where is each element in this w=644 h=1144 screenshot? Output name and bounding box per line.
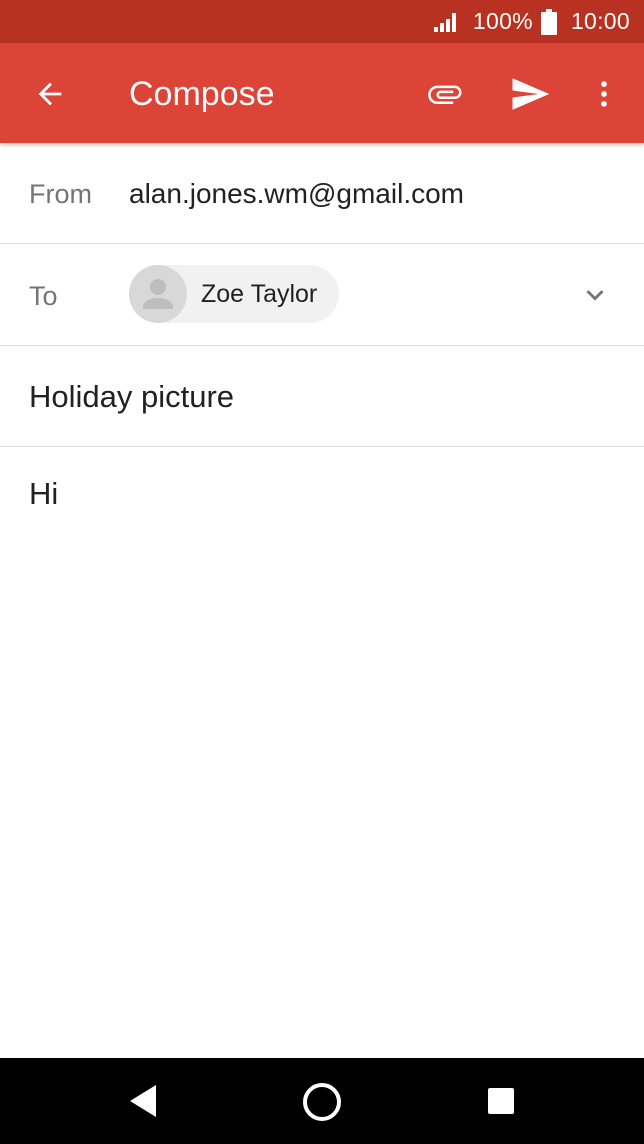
more-options-button[interactable] — [582, 68, 626, 120]
battery-percent: 100% — [472, 8, 533, 34]
message-body[interactable]: Hi — [29, 476, 619, 512]
more-vert-icon — [601, 81, 607, 107]
status-bar: 100% 10:00 — [0, 0, 644, 43]
signal-icon — [433, 12, 456, 32]
nav-back-button[interactable] — [118, 1076, 168, 1126]
back-arrow-icon — [38, 82, 62, 106]
status-indicators: 100% 10:00 — [433, 0, 630, 43]
nav-home-icon — [303, 1083, 341, 1121]
subject-field[interactable]: Holiday picture — [29, 379, 234, 415]
recipient-name: Zoe Taylor — [201, 279, 318, 308]
attach-button[interactable] — [416, 68, 472, 120]
person-icon — [143, 279, 173, 309]
from-row: From alan.jones.wm@gmail.com — [0, 143, 644, 244]
nav-recents-icon — [488, 1088, 514, 1114]
from-account[interactable]: alan.jones.wm@gmail.com — [129, 178, 464, 210]
clock: 10:00 — [570, 8, 630, 34]
send-button[interactable] — [502, 68, 558, 120]
app-bar: Compose — [0, 43, 644, 143]
page-title: Compose — [129, 75, 275, 113]
from-label: From — [29, 179, 92, 209]
paperclip-icon — [428, 85, 462, 104]
subject-row[interactable]: Holiday picture — [0, 346, 644, 447]
to-row[interactable]: To Zoe Taylor — [0, 244, 644, 346]
to-label: To — [29, 281, 58, 311]
back-button[interactable] — [24, 68, 76, 120]
navigation-bar — [0, 1058, 644, 1144]
nav-back-icon — [130, 1085, 156, 1117]
send-icon — [512, 78, 550, 110]
expand-recipients-button[interactable] — [570, 270, 620, 320]
battery-icon — [540, 8, 557, 35]
nav-recents-button[interactable] — [476, 1076, 526, 1126]
chevron-down-icon — [586, 290, 604, 301]
avatar — [129, 265, 187, 323]
nav-home-button[interactable] — [296, 1076, 348, 1128]
recipient-chip[interactable]: Zoe Taylor — [129, 265, 340, 323]
